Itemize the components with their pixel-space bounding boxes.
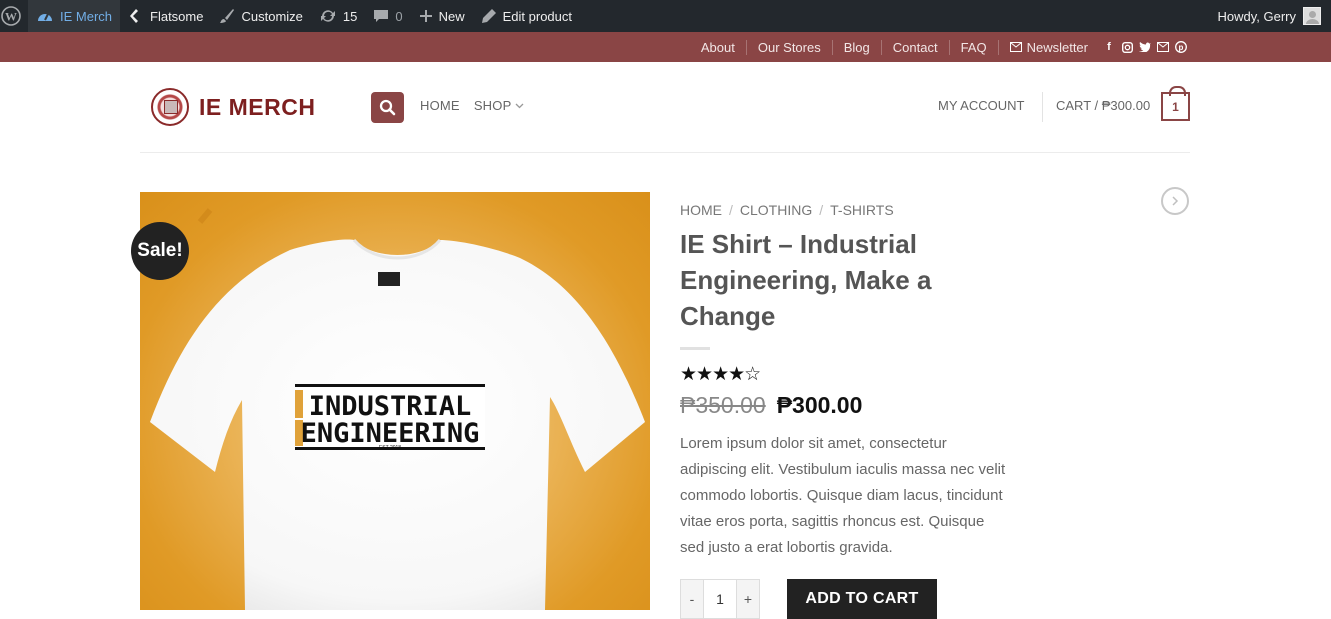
admin-site-name[interactable]: IE Merch xyxy=(28,0,120,32)
qty-plus-button[interactable]: + xyxy=(737,580,759,618)
howdy-label: Howdy, Gerry xyxy=(1218,9,1297,24)
header-divider xyxy=(1042,92,1043,122)
old-price: ₱350.00 xyxy=(680,392,766,419)
customize-label: Customize xyxy=(241,9,302,24)
quantity-stepper: - 1 + xyxy=(680,579,760,619)
top-bar: About Our Stores Blog Contact FAQ Newsle… xyxy=(0,32,1331,62)
svg-text:W: W xyxy=(5,10,17,24)
logo-seal-icon xyxy=(151,88,189,126)
pencil-icon xyxy=(481,8,497,24)
topbar-link-blog[interactable]: Blog xyxy=(832,40,881,55)
edit-product-label: Edit product xyxy=(503,9,572,24)
search-icon xyxy=(379,99,396,116)
nav-home[interactable]: HOME xyxy=(420,98,460,113)
topbar-link-our-stores[interactable]: Our Stores xyxy=(746,40,832,55)
add-to-cart-button[interactable]: ADD TO CART xyxy=(787,579,937,619)
main-nav: HOME SHOP xyxy=(420,98,524,113)
admin-bar: W IE Merch Flatsome Customize 15 0 New E… xyxy=(0,0,1331,32)
breadcrumb-separator: / xyxy=(819,202,823,218)
product-title: IE Shirt – Industrial Engineering, Make … xyxy=(680,226,990,334)
qty-minus-button[interactable]: - xyxy=(681,580,703,618)
sale-price: ₱300.00 xyxy=(777,392,863,419)
new-label: New xyxy=(439,9,465,24)
admin-edit-product[interactable]: Edit product xyxy=(473,0,580,32)
breadcrumb-home[interactable]: HOME xyxy=(680,202,722,218)
topbar-link-about[interactable]: About xyxy=(690,40,746,55)
comments-count: 0 xyxy=(395,9,402,24)
flatsome-label: Flatsome xyxy=(150,9,203,24)
updates-count: 15 xyxy=(343,9,357,24)
admin-comments[interactable]: 0 xyxy=(365,0,410,32)
chevron-right-icon xyxy=(1171,196,1179,206)
topbar-link-faq[interactable]: FAQ xyxy=(949,40,998,55)
logo-text: IE MERCH xyxy=(199,94,315,121)
admin-customize[interactable]: Customize xyxy=(211,0,310,32)
breadcrumb-clothing[interactable]: CLOTHING xyxy=(740,202,812,218)
email-icon[interactable] xyxy=(1157,41,1169,53)
rating-stars[interactable]: ★★★★☆ xyxy=(680,363,760,386)
shirt-print-est: EST 2018 xyxy=(379,445,401,451)
avatar xyxy=(1303,7,1321,25)
site-logo[interactable]: IE MERCH xyxy=(151,88,315,126)
site-name-label: IE Merch xyxy=(60,9,112,24)
admin-new[interactable]: New xyxy=(411,0,473,32)
next-product-button[interactable] xyxy=(1161,187,1189,215)
cart-link[interactable]: CART / ₱300.00 xyxy=(1056,98,1150,113)
chevron-down-icon xyxy=(515,103,524,109)
topbar-link-contact[interactable]: Contact xyxy=(881,40,949,55)
pinterest-icon[interactable]: p xyxy=(1175,41,1187,53)
price-block: ₱350.00 ₱300.00 xyxy=(680,392,862,419)
nav-shop-label: SHOP xyxy=(474,98,512,113)
topbar-newsletter[interactable]: Newsletter xyxy=(998,40,1099,55)
plus-icon xyxy=(419,9,433,23)
cart-count-badge[interactable]: 1 xyxy=(1161,92,1190,121)
admin-flatsome[interactable]: Flatsome xyxy=(120,0,211,32)
breadcrumb-separator: / xyxy=(729,202,733,218)
product-description: Lorem ipsum dolor sit amet, consectetur … xyxy=(680,431,1010,561)
my-account-link[interactable]: MY ACCOUNT xyxy=(938,98,1024,113)
site-header: IE MERCH HOME SHOP MY ACCOUNT CART / ₱30… xyxy=(140,62,1190,153)
tshirt-image: INDUSTRIAL ENGINEERING EST 2018 xyxy=(140,192,650,610)
paintbrush-icon xyxy=(219,8,235,24)
twitter-icon[interactable] xyxy=(1139,41,1151,53)
dashboard-icon xyxy=(36,8,54,24)
search-button[interactable] xyxy=(371,92,404,123)
title-divider xyxy=(680,347,710,350)
wordpress-logo-icon[interactable]: W xyxy=(0,0,28,32)
breadcrumb: HOME / CLOTHING / T-SHIRTS xyxy=(680,202,894,218)
breadcrumb-tshirts[interactable]: T-SHIRTS xyxy=(830,202,894,218)
svg-text:p: p xyxy=(1179,43,1184,52)
product-image[interactable]: INDUSTRIAL ENGINEERING EST 2018 xyxy=(140,192,650,610)
admin-updates[interactable]: 15 xyxy=(311,0,365,32)
social-icons: f p xyxy=(1103,41,1187,53)
nav-shop[interactable]: SHOP xyxy=(474,98,525,113)
admin-account[interactable]: Howdy, Gerry xyxy=(1210,0,1331,32)
newsletter-label: Newsletter xyxy=(1027,40,1088,55)
quantity-input[interactable]: 1 xyxy=(703,580,737,618)
updates-icon xyxy=(319,8,337,24)
sale-badge: Sale! xyxy=(131,222,189,280)
instagram-icon[interactable] xyxy=(1121,41,1133,53)
facebook-icon[interactable]: f xyxy=(1103,41,1115,53)
comments-icon xyxy=(373,8,389,24)
envelope-icon xyxy=(1010,42,1022,52)
flatsome-icon xyxy=(128,8,144,24)
